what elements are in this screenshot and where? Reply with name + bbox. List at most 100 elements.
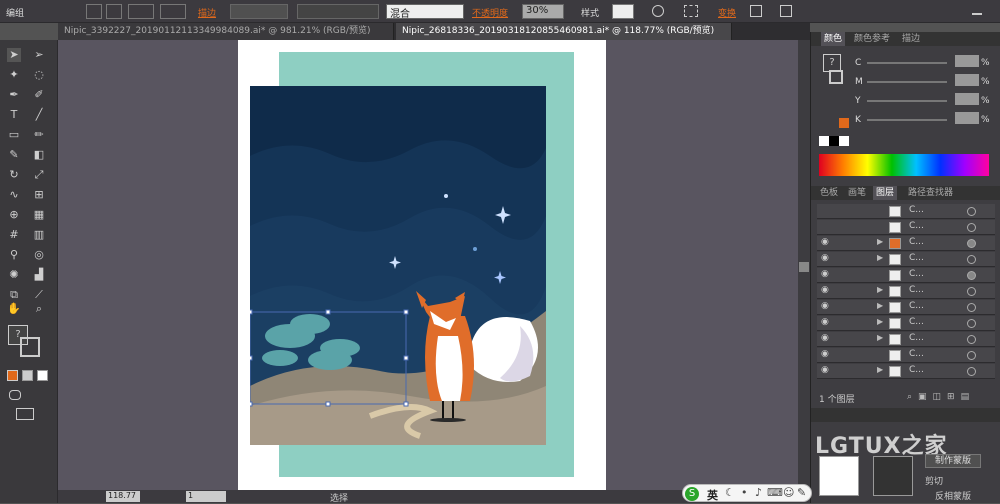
eye-icon[interactable]: ◉ [821, 253, 829, 263]
ime-lang[interactable]: 英 [707, 487, 718, 503]
zoom-tool-icon[interactable]: ⌕ [32, 302, 46, 316]
tab-color[interactable]: 颜色 [821, 32, 846, 46]
tab-pathfinder[interactable]: 路径查找器 [905, 186, 956, 200]
globe-icon[interactable] [652, 5, 664, 17]
shape-builder-tool-icon[interactable]: ⊕ [7, 208, 21, 222]
target-icon[interactable] [967, 351, 976, 360]
out-of-gamut-swatch[interactable] [839, 118, 849, 128]
keyboard-icon[interactable]: ⌨ [767, 486, 783, 499]
target-icon[interactable] [967, 223, 976, 232]
eye-icon[interactable]: ◉ [821, 365, 829, 375]
stroke-swatch[interactable] [20, 337, 40, 357]
skin-icon[interactable]: ☺ [783, 486, 794, 499]
target-icon[interactable] [967, 207, 976, 216]
tab-stroke[interactable]: 描边 [899, 32, 923, 46]
canvas-area[interactable] [58, 40, 798, 490]
lasso-tool-icon[interactable]: ◌ [32, 68, 46, 82]
target-icon[interactable] [967, 319, 976, 328]
pencil-tool-icon[interactable]: ✎ [7, 148, 21, 162]
layer-row[interactable]: ◉ ▶ C... [817, 364, 995, 379]
target-icon[interactable] [967, 335, 976, 344]
target-icon[interactable] [967, 239, 976, 248]
invert-mask-label[interactable]: 反相蒙版 [935, 489, 971, 502]
expand-arrow-icon[interactable]: ▶ [877, 285, 883, 294]
direct-selection-tool-icon[interactable]: ➢ [32, 48, 46, 62]
line-tool-icon[interactable]: ╱ [32, 108, 46, 122]
vertical-scrollbar[interactable] [798, 40, 810, 490]
layer-row[interactable]: ◉ ▶ C... [817, 236, 995, 251]
transform-icon[interactable] [106, 4, 122, 19]
type-tool-icon[interactable]: T [7, 108, 21, 122]
slider-m-track[interactable] [867, 81, 947, 83]
layer-row[interactable]: ◉ C... [817, 268, 995, 283]
fill-dropdown[interactable] [128, 4, 154, 19]
warp-tool-icon[interactable]: ∿ [7, 188, 21, 202]
target-icon[interactable] [967, 303, 976, 312]
eye-icon[interactable]: ◉ [821, 317, 829, 327]
ime-toolbar[interactable]: S 英 ☾ • ♪ ⌨ ☺ ✎ [682, 484, 812, 502]
expand-arrow-icon[interactable]: ▶ [877, 317, 883, 326]
mesh-tool-icon[interactable]: # [7, 228, 21, 242]
stroke-dropdown[interactable] [160, 4, 186, 19]
color-stroke-swatch[interactable] [829, 70, 843, 84]
stroke-weight-input[interactable] [230, 4, 288, 19]
tab-brushes[interactable]: 画笔 [845, 186, 869, 200]
eye-icon[interactable]: ◉ [821, 237, 829, 247]
paintbrush-tool-icon[interactable]: ✏ [32, 128, 46, 142]
tab-layers[interactable]: 图层 [873, 186, 898, 200]
draw-mode-icon[interactable] [9, 390, 21, 400]
color-mode-icon[interactable] [7, 370, 18, 381]
eye-icon[interactable]: ◉ [821, 301, 829, 311]
expand-arrow-icon[interactable]: ▶ [877, 237, 883, 246]
curvature-tool-icon[interactable]: ✐ [32, 88, 46, 102]
screen-mode-icon[interactable] [16, 408, 34, 420]
panel-menu-icon[interactable] [972, 5, 982, 15]
fox-illustration[interactable] [250, 86, 546, 445]
rectangle-tool-icon[interactable]: ▭ [7, 128, 21, 142]
align-icon[interactable] [86, 4, 102, 19]
eyedropper-tool-icon[interactable]: ⚲ [7, 248, 21, 262]
brush-dropdown[interactable] [297, 4, 379, 19]
tab-document-2[interactable]: Nipic_26818336_20190318120855460981.ai* … [396, 23, 732, 40]
expand-arrow-icon[interactable]: ▶ [877, 365, 883, 374]
expand-arrow-icon[interactable]: ▶ [877, 333, 883, 342]
select-similar-icon[interactable] [684, 5, 698, 17]
layer-row[interactable]: C... [817, 220, 995, 235]
magic-wand-tool-icon[interactable]: ✦ [7, 68, 21, 82]
none-mode-icon[interactable] [37, 370, 48, 381]
target-icon[interactable] [967, 255, 976, 264]
blend-mode-select[interactable]: 混合 [386, 4, 464, 20]
expand-arrow-icon[interactable]: ▶ [877, 301, 883, 310]
slider-c-track[interactable] [867, 62, 947, 64]
scale-tool-icon[interactable]: ⤢ [32, 168, 46, 182]
target-icon[interactable] [967, 287, 976, 296]
artboard-tool-icon[interactable]: ⧉ [7, 288, 21, 302]
pen-tool-icon[interactable]: ✒ [7, 88, 21, 102]
slider-k-input[interactable] [955, 112, 979, 124]
eye-icon[interactable]: ◉ [821, 333, 829, 343]
slider-k-track[interactable] [867, 119, 947, 121]
layer-row[interactable]: ◉ ▶ C... [817, 332, 995, 347]
graph-tool-icon[interactable]: ▟ [32, 268, 46, 282]
free-transform-tool-icon[interactable]: ⊞ [32, 188, 46, 202]
selection-tool-icon[interactable]: ➤ [7, 48, 21, 62]
layer-row[interactable]: ◉ C... [817, 348, 995, 363]
perspective-grid-tool-icon[interactable]: ▦ [32, 208, 46, 222]
tab-color-guide[interactable]: 颜色参考 [851, 32, 893, 46]
none-swatch[interactable] [819, 136, 829, 146]
white-swatch[interactable] [839, 136, 849, 146]
symbol-sprayer-tool-icon[interactable]: ✺ [7, 268, 21, 282]
eraser-tool-icon[interactable]: ◧ [32, 148, 46, 162]
mic-icon[interactable]: ♪ [755, 486, 762, 499]
gradient-tool-icon[interactable]: ▥ [32, 228, 46, 242]
opacity-label[interactable]: 不透明度 [472, 6, 508, 19]
make-mask-button[interactable]: 制作蒙版 [925, 454, 981, 468]
punctuation-icon[interactable]: • [741, 486, 748, 499]
slider-y-input[interactable] [955, 93, 979, 105]
zoom-field[interactable]: 118.77 [106, 491, 140, 502]
transform-label[interactable]: 变换 [718, 6, 736, 19]
target-icon[interactable] [967, 367, 976, 376]
clip-label[interactable]: 剪切 [925, 474, 943, 487]
eye-icon[interactable]: ◉ [821, 269, 829, 279]
eye-icon[interactable]: ◉ [821, 285, 829, 295]
